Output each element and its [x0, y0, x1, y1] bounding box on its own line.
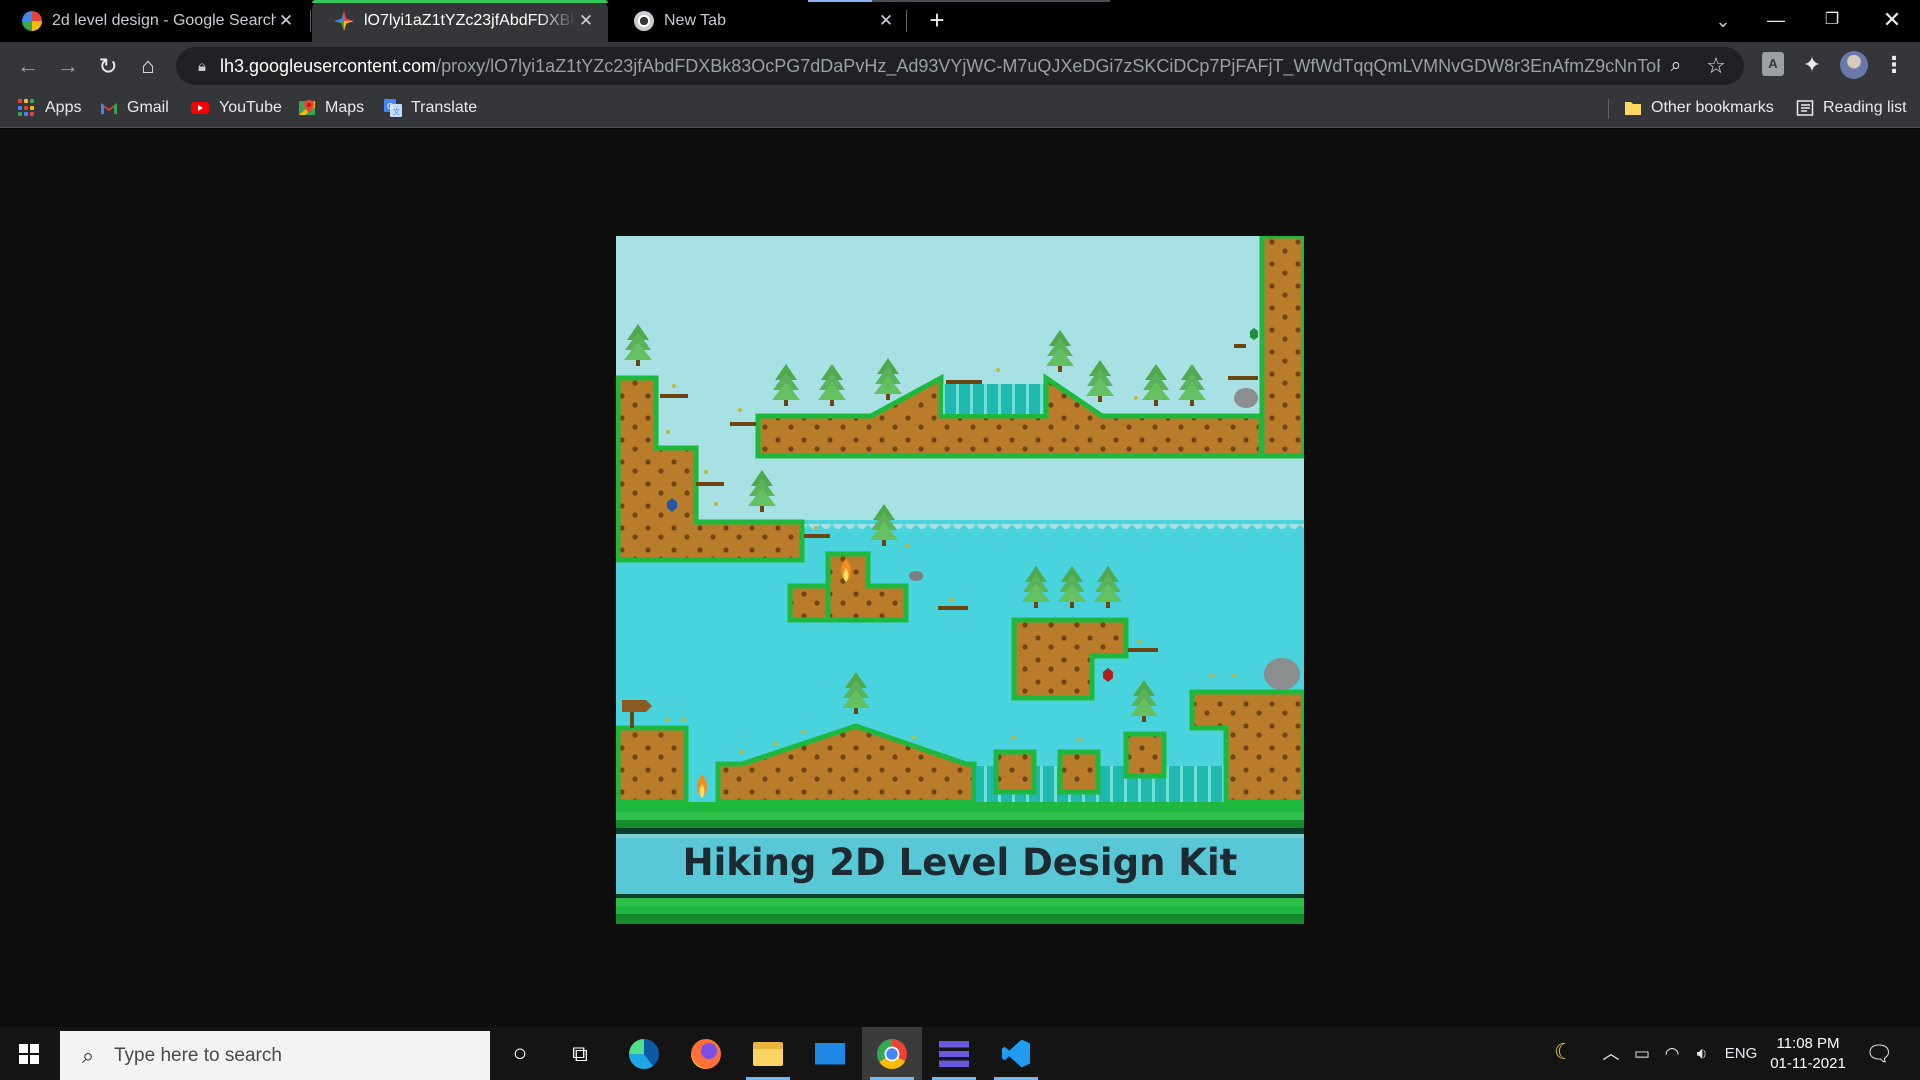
tab-strip: 2d level design - Google Search ✕ lO7lyi…: [0, 0, 1920, 42]
bookmark-label: YouTube: [219, 99, 282, 116]
image-banner-title: Hiking 2D Level Design Kit: [682, 841, 1238, 884]
bookmark-star-icon[interactable]: ☆: [1700, 51, 1732, 81]
bookmark-label: Gmail: [127, 99, 169, 116]
tab-title: New Tab: [664, 12, 726, 29]
task-view-icon[interactable]: ⧉: [550, 1027, 610, 1080]
extension-icon[interactable]: A: [1762, 52, 1784, 76]
edge-icon[interactable]: [614, 1027, 674, 1080]
start-button[interactable]: [0, 1027, 58, 1080]
zoom-icon[interactable]: ⌕: [1660, 51, 1692, 81]
bookmark-label: Other bookmarks: [1651, 99, 1774, 116]
bookmark-label: Reading list: [1823, 99, 1907, 116]
cortana-icon[interactable]: ○: [490, 1027, 550, 1080]
mail-icon[interactable]: [800, 1027, 860, 1080]
taskbar-search-box[interactable]: ⌕ Type here to search: [60, 1031, 490, 1080]
clock[interactable]: 11:08 PM 01-11-2021: [1766, 1034, 1850, 1074]
page-content: Hiking 2D Level Design Kit: [0, 129, 1920, 1027]
url-path: /proxy/lO7lyi1aZ1tYZc23jfAbdFDXBk83OcPG7…: [436, 55, 1660, 76]
back-arrow-icon[interactable]: ←: [12, 50, 44, 82]
bookmark-maps[interactable]: Maps: [298, 90, 364, 126]
chrome-icon[interactable]: [862, 1027, 922, 1080]
close-tab-icon[interactable]: ✕: [276, 11, 296, 31]
minimize-button[interactable]: —: [1748, 0, 1804, 40]
browser-toolbar: ← → ↻ ⌂ 🔒︎ lh3.googleusercontent.com/pro…: [0, 42, 1920, 90]
menu-kebab-icon[interactable]: ⋮: [1880, 49, 1908, 81]
bookmark-label: Apps: [45, 99, 82, 116]
tab-image-proxy[interactable]: lO7lyi1aZ1tYZc23jfAbdFDXBk83OcPG7dDaPvHz…: [312, 0, 608, 42]
bookmark-gmail[interactable]: Gmail: [100, 90, 169, 126]
bookmarks-bar: Apps Gmail YouTube Maps G文 Translate Oth…: [0, 90, 1920, 128]
bookmarks-divider: [1608, 99, 1609, 119]
bookmark-translate[interactable]: G文 Translate: [384, 90, 477, 126]
battery-icon[interactable]: ▭: [1630, 1041, 1654, 1067]
reading-list-button[interactable]: Reading list: [1796, 90, 1907, 126]
gmail-icon: [101, 103, 117, 114]
tab-new-tab[interactable]: New Tab ✕: [612, 0, 908, 42]
windows-taskbar: ⌕ Type here to search ○ ⧉ ☾ ︿ ▭ ◠ 🔉︎ ENG…: [0, 1027, 1920, 1080]
folder-icon: [1625, 102, 1641, 115]
clock-date: 01-11-2021: [1770, 1055, 1846, 1072]
extensions-puzzle-icon[interactable]: ✦: [1796, 49, 1828, 81]
google-photos-icon: [334, 11, 354, 31]
tab-search-chevron-icon[interactable]: ⌄: [1708, 6, 1738, 36]
bookmark-youtube[interactable]: YouTube: [190, 90, 282, 126]
tab-separator: [310, 10, 311, 32]
profile-avatar[interactable]: [1840, 51, 1868, 79]
night-light-icon[interactable]: ☾: [1554, 1039, 1574, 1065]
close-tab-icon[interactable]: ✕: [876, 11, 896, 31]
forward-arrow-icon[interactable]: →: [52, 50, 84, 82]
address-bar[interactable]: 🔒︎ lh3.googleusercontent.com/proxy/lO7ly…: [176, 47, 1744, 85]
url-text[interactable]: lh3.googleusercontent.com/proxy/lO7lyi1a…: [220, 56, 1660, 77]
search-icon: ⌕: [81, 1042, 95, 1068]
wifi-icon[interactable]: ◠: [1660, 1041, 1684, 1067]
close-tab-icon[interactable]: ✕: [576, 11, 596, 31]
tab-separator: [906, 10, 907, 32]
bookmark-apps[interactable]: Apps: [18, 90, 81, 126]
maps-icon: [299, 100, 315, 115]
tab-google-search[interactable]: 2d level design - Google Search ✕: [0, 0, 308, 42]
windows-logo-icon: [19, 1043, 39, 1064]
level-artwork: [616, 236, 1304, 924]
notifications-icon[interactable]: 🗨︎: [1864, 1039, 1894, 1069]
url-host: lh3.googleusercontent.com: [220, 55, 437, 76]
search-placeholder: Type here to search: [114, 1044, 282, 1066]
firefox-icon[interactable]: [676, 1027, 736, 1080]
restore-button[interactable]: ❐: [1804, 0, 1860, 40]
youtube-icon: [191, 102, 209, 114]
bookmark-label: Translate: [411, 99, 478, 116]
translate-icon: G文: [384, 99, 402, 117]
level-design-image[interactable]: Hiking 2D Level Design Kit: [616, 236, 1304, 924]
reload-icon[interactable]: ↻: [92, 50, 124, 82]
language-indicator[interactable]: ENG: [1722, 1041, 1760, 1067]
tool-app-icon[interactable]: [924, 1027, 984, 1080]
close-window-button[interactable]: ✕: [1864, 0, 1920, 40]
tab-title: 2d level design - Google Search: [52, 12, 276, 29]
tab-title: lO7lyi1aZ1tYZc23jfAbdFDXBk83OcPG7dDaPvHz: [364, 12, 576, 29]
volume-icon[interactable]: 🔉︎: [1690, 1041, 1714, 1067]
new-tab-button[interactable]: +: [922, 6, 952, 36]
google-icon: [22, 11, 42, 31]
svg-text:文: 文: [393, 107, 400, 116]
vscode-icon[interactable]: [986, 1027, 1046, 1080]
lock-icon[interactable]: 🔒︎: [184, 58, 220, 75]
bookmark-other-folder[interactable]: Other bookmarks: [1624, 90, 1774, 126]
apps-grid-icon: [18, 99, 36, 117]
clock-time: 11:08 PM: [1776, 1035, 1840, 1052]
chrome-icon: [634, 11, 654, 31]
tray-chevron-up-icon[interactable]: ︿: [1600, 1041, 1622, 1067]
bookmark-label: Maps: [325, 99, 365, 116]
file-explorer-icon[interactable]: [738, 1027, 798, 1080]
reading-list-icon: [1796, 100, 1814, 116]
home-icon[interactable]: ⌂: [132, 50, 164, 82]
